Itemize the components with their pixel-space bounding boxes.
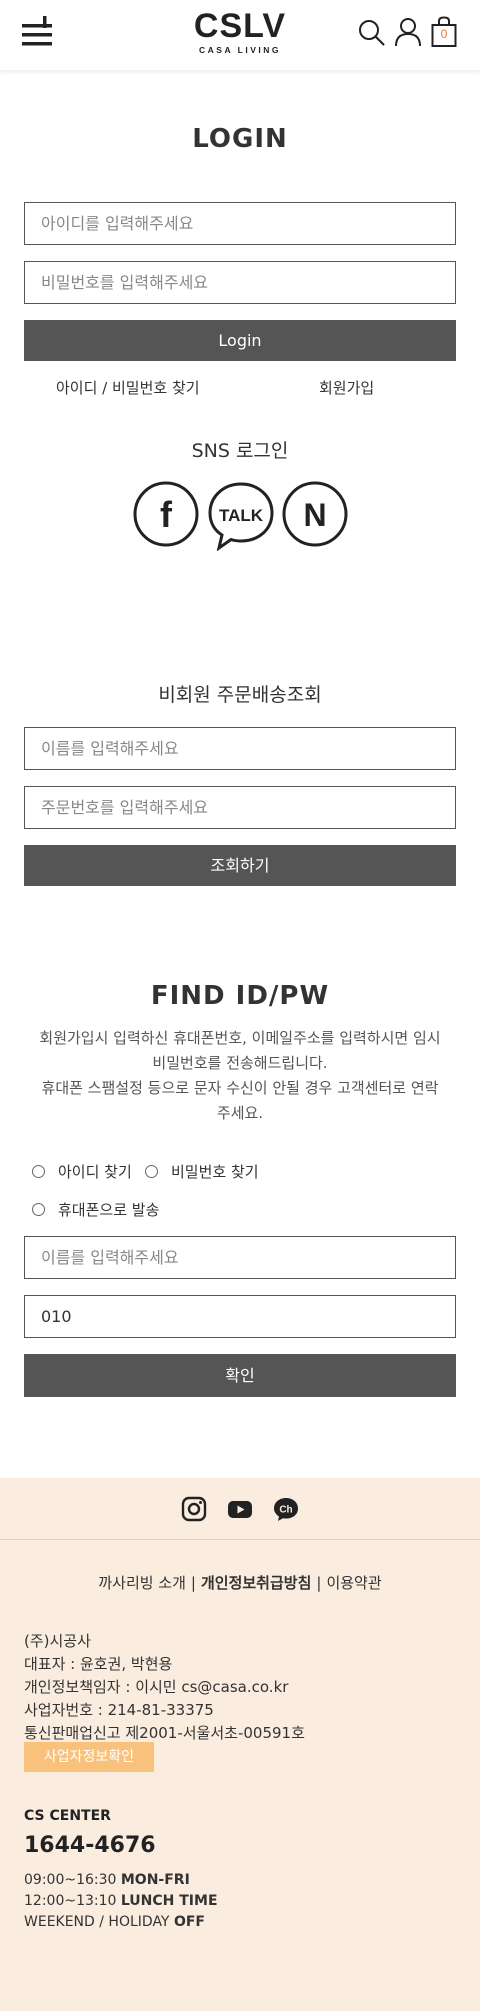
cart-icon[interactable]: 0 — [431, 16, 457, 48]
footer: Ch 까사리빙 소개 | 개인정보취급방침 | 이용약관 (주)시공사 대표자 : 윤호… — [0, 1478, 480, 2011]
hours-label: MON-FRI — [120, 1872, 190, 1888]
find-desc-line: 비밀번호를 전송해드립니다. — [152, 1054, 328, 1072]
business-info-button[interactable]: 사업자정보확인 — [24, 1742, 154, 1772]
hours-label: OFF — [173, 1914, 205, 1930]
svg-text:N: N — [303, 497, 326, 533]
guest-order-title: 비회원 주문배송조회 — [158, 684, 322, 706]
find-name-input[interactable] — [24, 1236, 456, 1279]
hours-time: WEEKEND / HOLIDAY — [24, 1914, 170, 1930]
radio-find-id[interactable]: 아이디 찾기 — [32, 1161, 132, 1182]
footer-links: 까사리빙 소개 | 개인정보취급방침 | 이용약관 — [0, 1572, 480, 1593]
footer-divider: | — [190, 1574, 196, 1592]
radio-label: 휴대폰으로 발송 — [58, 1201, 160, 1219]
login-section: LOGIN — [24, 124, 456, 154]
find-title: FIND ID/PW — [150, 981, 330, 1011]
find-desc-line: 휴대폰 스팸설정 등으로 문자 수신이 안될 경우 고객센터로 연락 — [41, 1079, 439, 1097]
svg-text:f: f — [160, 494, 173, 535]
naver-icon[interactable]: N — [282, 481, 348, 547]
sns-login-title: SNS 로그인 — [191, 440, 289, 462]
find-desc-line: 회원가입시 입력하신 휴대폰번호, 이메일주소를 입력하시면 임시 — [39, 1029, 441, 1047]
terms-link[interactable]: 이용약관 — [326, 1574, 381, 1592]
privacy-officer: 개인정보책임자 : 이시민 cs@casa.co.kr — [24, 1678, 289, 1696]
radio-circle[interactable] — [32, 1165, 45, 1178]
company-info: (주)시공사 대표자 : 윤호권, 박현용 개인정보책임자 : 이시민 cs@c… — [24, 1630, 305, 1745]
phone-input[interactable] — [24, 1295, 456, 1338]
guest-name-input[interactable] — [24, 727, 456, 770]
about-link[interactable]: 까사리빙 소개 — [98, 1574, 186, 1592]
login-title: LOGIN — [192, 124, 288, 154]
radio-find-pw[interactable]: 비밀번호 찾기 — [145, 1161, 259, 1182]
kakaotalk-icon[interactable]: TALK — [207, 481, 275, 552]
search-icon[interactable] — [357, 16, 387, 48]
login-button[interactable]: Login — [24, 320, 456, 361]
radio-circle[interactable] — [32, 1203, 45, 1216]
find-description: 회원가입시 입력하신 휴대폰번호, 이메일주소를 입력하시면 임시 비밀번호를 … — [24, 1026, 456, 1126]
company-ceo: 대표자 : 윤호권, 박현용 — [24, 1655, 173, 1673]
kakao-channel-icon[interactable]: Ch — [273, 1496, 299, 1522]
cs-phone[interactable]: 1644-4676 — [24, 1833, 156, 1858]
svg-text:TALK: TALK — [219, 506, 264, 525]
password-input[interactable] — [24, 261, 456, 304]
hours-label: LUNCH TIME — [120, 1893, 218, 1909]
find-account-link[interactable]: 아이디 / 비밀번호 찾기 — [56, 377, 200, 398]
radio-send-phone[interactable]: 휴대폰으로 발송 — [32, 1199, 159, 1220]
order-number-input[interactable] — [24, 786, 456, 829]
footer-social: Ch — [0, 1478, 480, 1540]
id-input[interactable] — [24, 202, 456, 245]
footer-divider: | — [316, 1574, 322, 1592]
radio-circle[interactable] — [145, 1165, 158, 1178]
find-desc-line: 주세요. — [216, 1104, 264, 1122]
cs-hours: 09:00~16:30 MON-FRI 12:00~13:10 LUNCH TI… — [24, 1870, 218, 1933]
join-link[interactable]: 회원가입 — [319, 377, 374, 398]
header: CSLV CASA LIVING 0 — [0, 0, 480, 70]
confirm-button[interactable]: 확인 — [24, 1354, 456, 1397]
business-number: 사업자번호 : 214-81-33375 — [24, 1701, 214, 1719]
hours-time: 09:00~16:30 — [24, 1872, 117, 1888]
hours-time: 12:00~13:10 — [24, 1893, 117, 1909]
privacy-policy-link[interactable]: 개인정보취급방침 — [201, 1574, 311, 1592]
company-name: (주)시공사 — [24, 1632, 91, 1650]
cs-center-title: CS CENTER — [24, 1808, 111, 1824]
youtube-icon[interactable] — [227, 1496, 253, 1522]
user-icon[interactable] — [393, 16, 423, 48]
facebook-icon[interactable]: f — [133, 481, 199, 547]
radio-label: 비밀번호 찾기 — [171, 1163, 259, 1181]
svg-text:Ch: Ch — [279, 1505, 292, 1516]
cart-count: 0 — [440, 27, 448, 41]
order-lookup-button[interactable]: 조회하기 — [24, 845, 456, 886]
instagram-icon[interactable] — [181, 1496, 207, 1522]
radio-label: 아이디 찾기 — [58, 1163, 132, 1181]
